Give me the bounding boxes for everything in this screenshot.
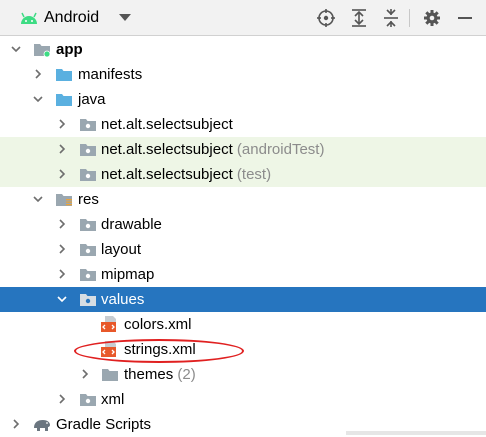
chevron-down-icon[interactable] [119,14,131,21]
package-suffix: (androidTest) [232,141,325,158]
item-count: (2) [173,366,196,383]
tree-item-themes[interactable]: themes (2) [0,362,486,387]
collapse-all-icon[interactable] [381,8,401,28]
tree-item-res[interactable]: res [0,187,486,212]
tree-item-label: colors.xml [124,316,192,333]
chevron-right-icon[interactable] [31,67,45,81]
chevron-down-icon[interactable] [55,292,69,306]
tree-item-label: app [56,41,83,58]
package-name: net.alt.selectsubject [101,166,233,183]
chevron-right-icon[interactable] [9,417,23,431]
tree-item-drawable[interactable]: drawable [0,212,486,237]
resource-folder-icon [56,194,72,206]
chevron-down-icon[interactable] [31,192,45,206]
tree-item-label: manifests [78,66,143,83]
package-icon [80,119,96,131]
chevron-down-icon[interactable] [31,92,45,106]
tree-item-manifests[interactable]: manifests [0,62,486,87]
tree-item-label: themes (2) [124,365,196,384]
tree-item-label: mipmap [101,266,155,283]
expand-all-icon[interactable] [349,8,369,28]
chevron-right-icon[interactable] [55,117,69,131]
package-icon [80,269,96,281]
tree-item-xml[interactable]: xml [0,387,486,412]
package-icon [80,169,96,181]
package-icon [80,244,96,256]
tree-item-label: res [78,191,99,208]
tree-item-label: xml [101,391,125,408]
tree-item-label: java [78,91,106,108]
folder-icon [56,69,72,81]
tree-item-label: net.alt.selectsubject [101,116,233,133]
highlight-ellipse [74,339,244,363]
minimize-icon[interactable] [455,8,475,28]
view-title: Android [44,9,100,26]
chevron-right-icon[interactable] [55,217,69,231]
package-name: net.alt.selectsubject [101,141,233,158]
tree-item-label: drawable [101,216,162,233]
tree-item-label: net.alt.selectsubject (test) [101,165,271,184]
module-folder-icon [34,44,51,57]
tree-item-java[interactable]: java [0,87,486,112]
package-icon [80,294,96,306]
gradle-elephant-icon [34,420,50,431]
tree-item-label: layout [101,241,142,258]
chevron-right-icon[interactable] [55,392,69,406]
tree-item-colors-xml[interactable]: colors.xml [0,312,486,337]
gear-icon[interactable] [422,8,442,28]
tree-item-label: Gradle Scripts [56,416,152,433]
package-icon [80,144,96,156]
tree-item-package[interactable]: net.alt.selectsubject [0,112,486,137]
tree-item-values[interactable]: values [0,287,486,312]
chevron-right-icon[interactable] [55,242,69,256]
android-icon [21,12,37,24]
crosshair-icon[interactable] [316,8,336,28]
chevron-right-icon[interactable] [55,167,69,181]
chevron-right-icon[interactable] [55,142,69,156]
tree-item-app[interactable]: app [0,37,486,62]
horizontal-scrollbar[interactable] [346,431,486,435]
folder-icon [102,369,118,381]
tree-item-label: values [101,291,145,308]
toolbar-separator [409,9,410,27]
chevron-right-icon[interactable] [78,367,92,381]
tree-item-mipmap[interactable]: mipmap [0,262,486,287]
folder-icon [56,94,72,106]
package-icon [80,219,96,231]
chevron-right-icon[interactable] [55,267,69,281]
project-tree: app manifests java net.alt.selectsubject… [0,36,486,435]
folder-name: themes [124,366,174,383]
tree-item-layout[interactable]: layout [0,237,486,262]
chevron-down-icon[interactable] [9,42,23,56]
package-suffix: (test) [232,166,272,183]
xml-file-icon [101,316,116,332]
tree-item-package-android-test[interactable]: net.alt.selectsubject (androidTest) [0,137,486,162]
tree-item-package-test[interactable]: net.alt.selectsubject (test) [0,162,486,187]
project-toolbar: Android [0,0,486,36]
package-icon [80,394,96,406]
tree-item-label: net.alt.selectsubject (androidTest) [101,140,324,159]
